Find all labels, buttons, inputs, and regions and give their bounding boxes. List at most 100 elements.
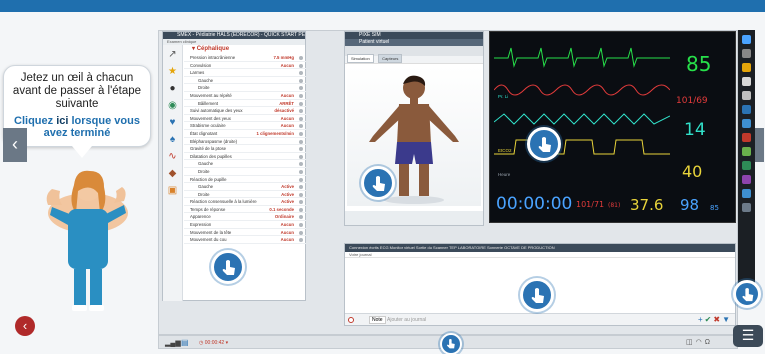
row-toggle-icon[interactable] <box>299 177 303 182</box>
add-icon[interactable]: + <box>698 315 705 324</box>
exam-row[interactable]: Mouvement des yeux Aucun <box>184 115 306 123</box>
exam-row-value: Aucun <box>280 229 294 235</box>
session-clock[interactable]: ◷ 00:00:42 ▾ <box>199 338 228 348</box>
previous-button[interactable]: ‹ <box>3 128 27 162</box>
exam-row[interactable]: Réaction de pupille <box>184 176 306 184</box>
favorite-icon[interactable] <box>742 63 751 72</box>
record-icon[interactable] <box>348 317 354 323</box>
device-icon[interactable]: ▣ <box>167 185 179 197</box>
row-toggle-icon[interactable] <box>299 147 303 152</box>
patient-icon[interactable] <box>742 105 751 114</box>
drug-icon[interactable] <box>742 175 751 184</box>
exam-row[interactable]: Droite <box>184 84 306 92</box>
row-toggle-icon[interactable] <box>299 56 303 60</box>
exam-row[interactable]: Gravité de la ptose <box>184 145 306 153</box>
exam-row[interactable]: Mouvement au répété Aucun <box>184 92 306 100</box>
lab-icon[interactable] <box>742 147 751 156</box>
journal-input[interactable]: Ajouter au journal <box>387 316 426 324</box>
row-toggle-icon[interactable] <box>299 162 303 167</box>
tab-sensors[interactable]: Capteurs <box>378 54 403 63</box>
eye-icon[interactable]: ◉ <box>167 100 179 112</box>
headset-icon[interactable]: ◠ <box>696 339 705 346</box>
row-toggle-icon[interactable] <box>299 154 303 159</box>
person-icon[interactable]: ● <box>167 83 179 95</box>
exam-row[interactable]: Gauche <box>184 160 306 168</box>
row-toggle-icon[interactable] <box>299 93 303 98</box>
exam-row[interactable]: Gauche Active <box>184 183 306 191</box>
list-icon[interactable] <box>742 189 751 198</box>
scalpel-icon[interactable]: ↗ <box>167 49 179 61</box>
filter-icon[interactable]: ▼ <box>722 315 732 324</box>
row-toggle-icon[interactable] <box>299 116 303 121</box>
document-icon[interactable] <box>742 77 751 86</box>
cta-link[interactable]: ici <box>56 115 68 127</box>
exam-row[interactable]: Suivi automatique des yeux désactivé <box>184 107 306 115</box>
ecg-icon[interactable]: ∿ <box>167 151 179 163</box>
exam-row[interactable]: Convulsion Aucun <box>184 62 306 70</box>
exam-row[interactable]: Expression Aucun <box>184 221 306 229</box>
hotspot-monitor[interactable] <box>527 127 561 161</box>
star-icon[interactable]: ★ <box>167 66 179 78</box>
exam-row[interactable]: Strabisme oculaire Aucun <box>184 122 306 130</box>
exam-row[interactable]: Apparence Ordinaire <box>184 213 306 222</box>
row-toggle-icon[interactable] <box>299 86 303 91</box>
exam-row[interactable]: Droite Active <box>184 191 306 199</box>
row-toggle-icon[interactable] <box>299 131 303 136</box>
row-toggle-icon[interactable] <box>299 200 303 205</box>
exam-row-label: Gauche <box>198 77 214 83</box>
hotspot-patient[interactable] <box>361 166 395 200</box>
lungs-icon[interactable]: ♠ <box>167 134 179 146</box>
note-button[interactable]: Note <box>369 316 386 324</box>
tab-simulation[interactable]: Simulation <box>347 54 374 63</box>
exam-row[interactable]: Dilatation des pupilles <box>184 153 306 161</box>
exam-row[interactable]: Gauche <box>184 77 306 85</box>
exam-row[interactable]: Blépharospasme (droite) <box>184 138 306 146</box>
row-toggle-icon[interactable] <box>299 169 303 174</box>
exam-row[interactable]: Temps de réponse 0.1 seconde <box>184 206 306 214</box>
row-toggle-icon[interactable] <box>299 207 303 212</box>
alert-icon[interactable] <box>742 133 751 142</box>
hotspot-journal[interactable] <box>520 278 554 312</box>
row-toggle-icon[interactable] <box>299 71 303 76</box>
row-toggle-icon[interactable] <box>299 215 303 220</box>
settings-icon[interactable] <box>742 35 751 44</box>
spo2-value: 98 <box>680 196 700 214</box>
row-toggle-icon[interactable] <box>299 101 303 106</box>
row-toggle-icon[interactable] <box>299 238 303 243</box>
row-toggle-icon[interactable] <box>299 109 303 114</box>
monitor-icon[interactable] <box>742 49 751 58</box>
journal-tabs[interactable]: Connexion écrits ECG Monitor virtuel Sor… <box>345 244 735 252</box>
liver-icon[interactable]: ◆ <box>167 168 179 180</box>
exam-row[interactable]: Pression intracrânienne 7.5 mmHg <box>184 54 306 62</box>
exam-row[interactable]: État clignotant 1 clignements/min <box>184 130 306 138</box>
audio-icon[interactable]: Ω <box>705 339 713 346</box>
exam-row[interactable]: Bâillement ARRÊT <box>184 100 306 108</box>
tools-icon[interactable] <box>742 203 751 212</box>
close-icon[interactable]: ✖ <box>713 315 722 324</box>
menu-button[interactable]: ☰ <box>733 325 763 347</box>
exam-row[interactable]: Larmes <box>184 69 306 77</box>
hotspot-toolbar[interactable] <box>733 280 761 308</box>
row-toggle-icon[interactable] <box>299 78 303 83</box>
row-toggle-icon[interactable] <box>299 192 303 197</box>
row-toggle-icon[interactable] <box>299 63 303 68</box>
heart-icon[interactable]: ♥ <box>167 117 179 129</box>
exit-button[interactable]: ‹ <box>15 316 35 336</box>
hotspot-status-bar[interactable] <box>440 333 462 354</box>
row-toggle-icon[interactable] <box>299 230 303 235</box>
display-icon[interactable] <box>742 91 751 100</box>
row-toggle-icon[interactable] <box>299 185 303 190</box>
syringe-icon[interactable] <box>742 161 751 170</box>
hotspot-clinical-exam[interactable] <box>211 250 245 284</box>
exam-row[interactable]: Droite <box>184 168 306 176</box>
row-toggle-icon[interactable] <box>299 124 303 129</box>
chart-icon[interactable]: ▤ <box>181 338 189 347</box>
chart-bar-icon[interactable] <box>742 119 751 128</box>
exam-row[interactable]: Réaction consensuelle à la lumière Active <box>184 198 306 206</box>
exam-row[interactable]: Mouvement de la tête Aucun <box>184 229 306 237</box>
row-toggle-icon[interactable] <box>299 223 303 228</box>
camera-icon[interactable]: ◫ <box>686 339 696 346</box>
row-toggle-icon[interactable] <box>299 139 303 144</box>
journal-subtitle: Votre journal <box>345 252 735 258</box>
exam-row[interactable]: Mouvement du cou Aucun <box>184 236 306 244</box>
